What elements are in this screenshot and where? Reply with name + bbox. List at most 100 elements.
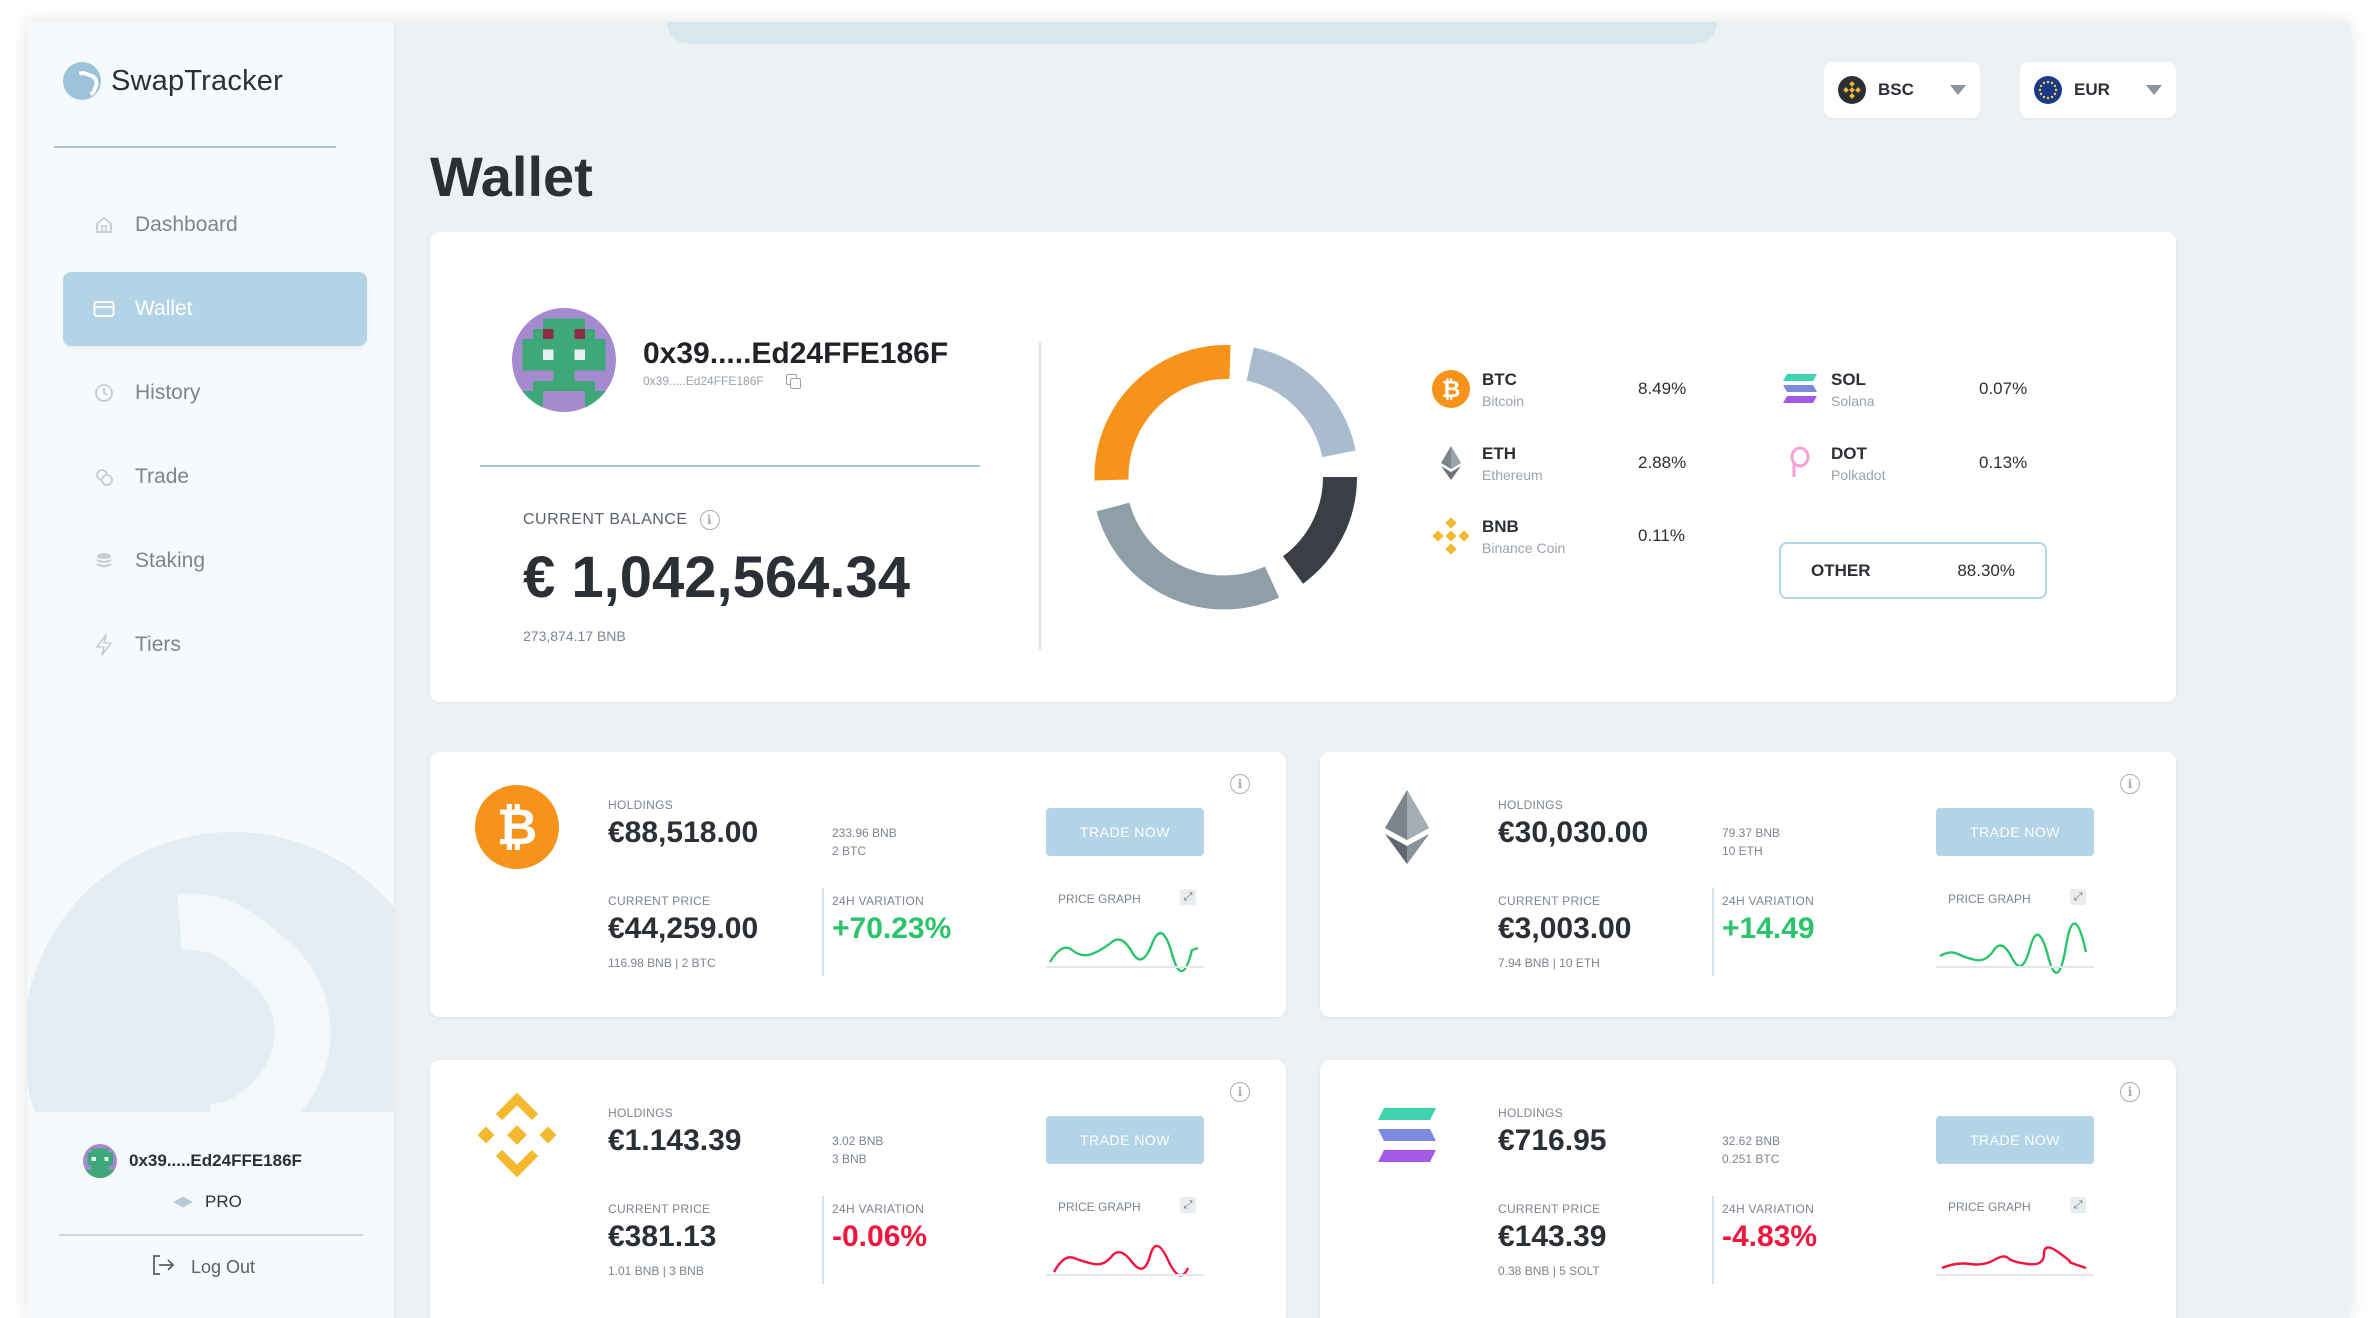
- info-icon[interactable]: i: [2120, 1082, 2140, 1102]
- page-title: Wallet: [430, 145, 593, 208]
- trade-now-button[interactable]: TRADE NOW: [1936, 1116, 2094, 1164]
- trade-now-button[interactable]: TRADE NOW: [1046, 808, 1204, 856]
- sidebar-item-dashboard[interactable]: Dashboard: [63, 188, 367, 262]
- expand-icon[interactable]: ⤢: [2070, 1197, 2086, 1213]
- sparkline-baseline: [1046, 966, 1204, 968]
- asset-card-eth: HOLDINGS €30,030.00 79.37 BNB 10 ETH CURR…: [1320, 752, 2176, 1017]
- info-icon[interactable]: i: [1230, 1082, 1250, 1102]
- info-icon[interactable]: i: [2120, 774, 2140, 794]
- asset-card-bnb: HOLDINGS €1.143.39 3.02 BNB 3 BNB CURRENT…: [430, 1060, 1286, 1318]
- current-price-sub: 7.94 BNB | 10 ETH: [1498, 956, 1600, 970]
- copy-icon[interactable]: [785, 374, 801, 389]
- bitcoin-icon: ₿: [1430, 368, 1472, 410]
- legend-item-dot[interactable]: DOT Polkadot 0.13%: [1779, 442, 2027, 484]
- info-icon[interactable]: i: [1230, 774, 1250, 794]
- expand-icon[interactable]: ⤢: [1180, 889, 1196, 905]
- legend-symbol: SOL: [1831, 369, 1866, 389]
- sidebar-item-tiers[interactable]: Tiers: [63, 608, 367, 682]
- sidebar-footer: [27, 1112, 394, 1318]
- home-icon: [93, 214, 115, 236]
- legend-item-other[interactable]: OTHER 88.30%: [1779, 542, 2047, 599]
- wallet-summary-card: 0x39.....Ed24FFE186F 0x39.....Ed24FFE186…: [430, 232, 2176, 702]
- legend-item-sol[interactable]: SOL Solana 0.07%: [1779, 368, 2027, 410]
- legend-name: Polkadot: [1831, 466, 1886, 483]
- variation-value: +70.23%: [832, 912, 952, 945]
- legend-item-eth[interactable]: ETH Ethereum 2.88%: [1430, 442, 1686, 484]
- swaptracker-logo-icon: [63, 62, 101, 100]
- asset-card-btc: ₿ HOLDINGS €88,518.00 233.96 BNB 2 BTC CU…: [430, 752, 1286, 1017]
- current-price-sub: 116.98 BNB | 2 BTC: [608, 956, 716, 970]
- sidebar-user-address: 0x39.....Ed24FFE186F: [129, 1151, 302, 1170]
- current-price-sub: 1.01 BNB | 3 BNB: [608, 1264, 704, 1278]
- holdings-value: €1.143.39: [608, 1124, 742, 1157]
- sidebar-item-label: Tiers: [135, 633, 181, 656]
- price-graph-label: PRICE GRAPH: [1948, 1200, 2031, 1214]
- holdings-value: €716.95: [1498, 1124, 1607, 1157]
- logout-label: Log Out: [191, 1257, 256, 1277]
- variation-value: -4.83%: [1722, 1220, 1818, 1253]
- current-price-label: CURRENT PRICE: [608, 894, 711, 908]
- sidebar-item-label: Wallet: [135, 297, 193, 320]
- sidebar-nav: Dashboard Wallet History Trade Staking T…: [63, 188, 367, 692]
- legend-name: Binance Coin: [1482, 539, 1566, 556]
- variation-value: +14.49: [1722, 912, 1815, 945]
- card-divider: [822, 888, 824, 976]
- sidebar-item-history[interactable]: History: [63, 356, 367, 430]
- wallet-icon: [93, 298, 115, 320]
- trade-now-button[interactable]: TRADE NOW: [1046, 1116, 1204, 1164]
- sidebar-item-trade[interactable]: Trade: [63, 440, 367, 514]
- legend-name: Solana: [1831, 392, 1875, 409]
- sidebar-item-wallet[interactable]: Wallet: [63, 272, 367, 346]
- clock-icon: [93, 382, 115, 404]
- sidebar-item-label: History: [135, 381, 201, 404]
- brand-divider: [54, 146, 336, 148]
- expand-icon[interactable]: ⤢: [1180, 1197, 1196, 1213]
- trade-now-button[interactable]: TRADE NOW: [1936, 808, 2094, 856]
- coins-icon: [93, 466, 115, 488]
- sidebar-item-staking[interactable]: Staking: [63, 524, 367, 598]
- donut-segment-btc: [1246, 347, 1356, 458]
- holdings-label: HOLDINGS: [1498, 798, 1564, 812]
- logout-button[interactable]: Log Out: [151, 1254, 255, 1281]
- variation-label: 24H VARIATION: [832, 894, 925, 908]
- brand[interactable]: SwapTracker: [63, 62, 283, 100]
- card-divider: [822, 1196, 824, 1284]
- sparkline-baseline: [1046, 1274, 1204, 1276]
- price-graph-label: PRICE GRAPH: [1948, 892, 2031, 906]
- legend-percent: 0.07%: [1979, 379, 2028, 398]
- legend-name: Ethereum: [1482, 466, 1543, 483]
- expand-icon[interactable]: ⤢: [2070, 889, 2086, 905]
- holdings-sub: 79.37 BNB 10 ETH: [1722, 826, 1781, 858]
- current-price-value: €143.39: [1498, 1220, 1607, 1253]
- legend-item-btc[interactable]: ₿ BTC Bitcoin 8.49%: [1430, 368, 1686, 410]
- summary-divider: [1039, 342, 1041, 650]
- card-divider: [1712, 1196, 1714, 1284]
- variation-label: 24H VARIATION: [1722, 894, 1815, 908]
- legend-symbol: BTC: [1482, 369, 1517, 389]
- solana-icon: [1364, 1092, 1450, 1178]
- current-balance-bnb: 273,874.17 BNB: [523, 628, 626, 644]
- binance-icon: [1430, 515, 1472, 557]
- variation-label: 24H VARIATION: [1722, 1202, 1815, 1216]
- current-balance-label: CURRENT BALANCE i: [523, 510, 720, 530]
- info-icon[interactable]: i: [699, 510, 720, 530]
- sidebar-footer-divider: [59, 1234, 363, 1236]
- legend-item-bnb[interactable]: BNB Binance Coin 0.11%: [1430, 515, 1685, 557]
- legend-symbol: DOT: [1831, 443, 1867, 463]
- holdings-value: €30,030.00: [1498, 816, 1649, 849]
- sidebar-user[interactable]: 0x39.....Ed24FFE186F: [83, 1144, 302, 1178]
- current-price-label: CURRENT PRICE: [608, 1202, 711, 1216]
- currency-select[interactable]: EUR: [2020, 62, 2176, 118]
- sidebar-item-label: Staking: [135, 549, 206, 572]
- svg-text:₿: ₿: [497, 798, 538, 856]
- legend-percent: 2.88%: [1638, 453, 1687, 472]
- wallet-address-small: 0x39.....Ed24FFE186F: [643, 374, 764, 388]
- network-select[interactable]: BSC: [1824, 62, 1980, 118]
- sidebar-item-label: Trade: [135, 465, 190, 488]
- allocation-donut-chart: [1094, 344, 1358, 610]
- legend-name: Bitcoin: [1482, 392, 1525, 409]
- asset-card-sol: HOLDINGS €716.95 32.62 BNB 0.251 BTC CURR…: [1320, 1060, 2176, 1318]
- legend-symbol: BNB: [1482, 516, 1519, 536]
- price-graph-label: PRICE GRAPH: [1058, 1200, 1141, 1214]
- stack-icon: [93, 550, 115, 572]
